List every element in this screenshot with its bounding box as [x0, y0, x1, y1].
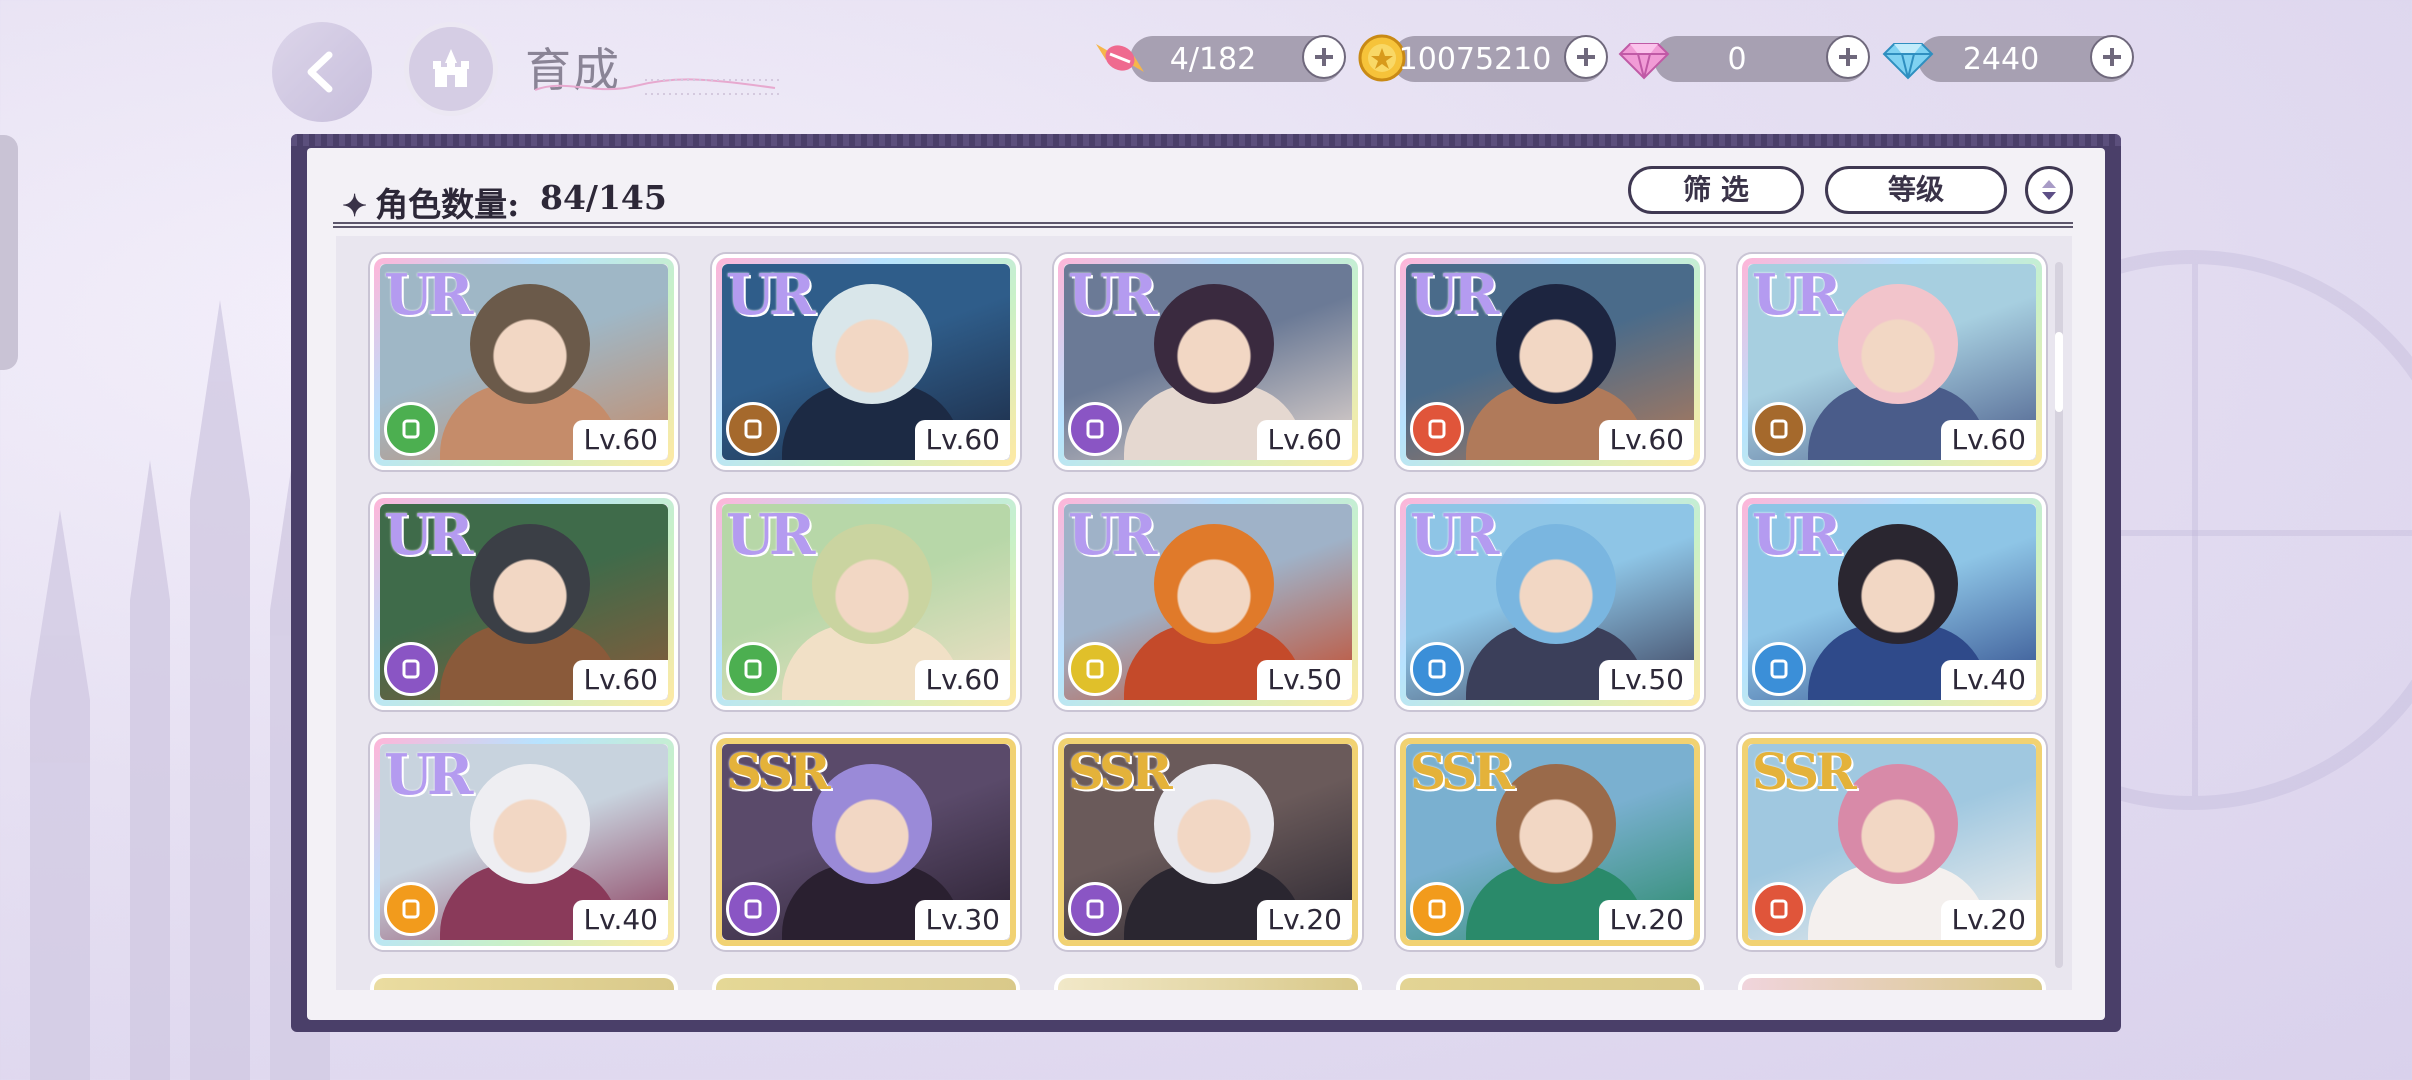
level-label: Lv.50 [1599, 660, 1694, 700]
candy-value: 4/182 [1169, 41, 1257, 77]
scrollbar-thumb[interactable] [2055, 332, 2063, 412]
fist-icon [1068, 402, 1122, 456]
title-decoration [534, 78, 780, 95]
character-card[interactable]: UR Lv.60 [370, 254, 678, 470]
pink-gem-counter: 0 [1618, 35, 1870, 82]
level-label: Lv.60 [573, 420, 668, 460]
character-count-label: ✦ 角色数量: [342, 178, 519, 226]
sort-arrows-icon [2042, 180, 2056, 200]
candy-counter: 4/182 [1096, 35, 1346, 82]
castle-icon [433, 49, 469, 87]
level-label: Lv.60 [573, 660, 668, 700]
level-label: Lv.60 [1599, 420, 1694, 460]
boot-icon [1752, 882, 1806, 936]
wand-icon [1410, 642, 1464, 696]
rarity-label: UR [384, 742, 473, 808]
rarity-label: SSR [1068, 742, 1173, 801]
rarity-label: UR [1752, 262, 1841, 328]
add-coin-button[interactable] [1564, 35, 1608, 79]
level-label: Lv.20 [1257, 900, 1352, 940]
level-label: Lv.20 [1599, 900, 1694, 940]
character-grid[interactable]: UR Lv.60 UR Lv.60 UR Lv.60 UR Lv.60 UR Lv.60 UR Lv.… [336, 236, 2072, 990]
coin-counter: 10075210 [1358, 34, 1608, 82]
plus-icon [1577, 48, 1595, 66]
character-card-partial[interactable] [370, 974, 678, 990]
plus-icon [2103, 48, 2121, 66]
character-card-partial[interactable] [1738, 974, 2046, 990]
rarity-label: UR [726, 262, 815, 328]
boot-icon [726, 642, 780, 696]
rarity-label: UR [1068, 262, 1157, 328]
character-card[interactable]: UR Lv.50 [1054, 494, 1362, 710]
fist-icon [1410, 402, 1464, 456]
level-label: Lv.20 [1941, 900, 2036, 940]
level-label: Lv.60 [915, 420, 1010, 460]
rarity-label: UR [384, 262, 473, 328]
shield-icon [1068, 642, 1122, 696]
hat-icon [384, 642, 438, 696]
rarity-label: UR [1410, 262, 1499, 328]
level-label: Lv.60 [915, 660, 1010, 700]
character-count-text: 角色数量: [375, 185, 520, 224]
character-card[interactable]: UR Lv.60 [712, 254, 1020, 470]
sparkle-icon: ✦ [342, 189, 368, 224]
level-label: Lv.60 [1941, 420, 2036, 460]
side-drawer-handle[interactable] [0, 135, 18, 370]
character-card[interactable]: SSR Lv.20 [1054, 734, 1362, 950]
character-card[interactable]: SSR Lv.20 [1396, 734, 1704, 950]
character-card-partial[interactable] [1396, 974, 1704, 990]
card-icon [1410, 882, 1464, 936]
rarity-label: UR [384, 502, 473, 568]
add-pink-gem-button[interactable] [1826, 35, 1870, 79]
rarity-label: UR [726, 502, 815, 568]
add-blue-gem-button[interactable] [2090, 35, 2134, 79]
rarity-label: SSR [1752, 742, 1857, 801]
character-card[interactable]: UR Lv.60 [712, 494, 1020, 710]
blue-gem-value: 2440 [1962, 41, 2040, 77]
fist-icon [384, 402, 438, 456]
grid-scrollbar[interactable] [2055, 262, 2063, 968]
rarity-label: SSR [1410, 742, 1515, 801]
home-button[interactable] [404, 22, 498, 116]
plus-icon [1839, 48, 1857, 66]
character-count-value: 84/145 [540, 178, 667, 217]
character-card[interactable]: UR Lv.60 [1738, 254, 2046, 470]
back-button[interactable] [272, 22, 372, 122]
character-card[interactable]: UR Lv.40 [1738, 494, 2046, 710]
rarity-label: UR [1752, 502, 1841, 568]
rarity-label: UR [1068, 502, 1157, 568]
fist-icon [726, 882, 780, 936]
back-arrow-icon [307, 51, 333, 93]
character-card-partial[interactable] [712, 974, 1020, 990]
fist-icon [384, 882, 438, 936]
character-card-partial[interactable] [1054, 974, 1362, 990]
level-label: Lv.60 [1257, 420, 1352, 460]
level-label: Lv.40 [1941, 660, 2036, 700]
character-card[interactable]: UR Lv.60 [1054, 254, 1362, 470]
character-card[interactable]: UR Lv.50 [1396, 494, 1704, 710]
sort-order-toggle[interactable] [2025, 166, 2073, 214]
rarity-label: UR [1410, 502, 1499, 568]
boot-icon [726, 402, 780, 456]
character-card[interactable]: UR Lv.40 [370, 734, 678, 950]
level-label: Lv.30 [915, 900, 1010, 940]
character-card[interactable]: SSR Lv.20 [1738, 734, 2046, 950]
level-label: Lv.40 [573, 900, 668, 940]
boot-icon [1068, 882, 1122, 936]
add-candy-button[interactable] [1302, 35, 1346, 79]
level-label: Lv.50 [1257, 660, 1352, 700]
character-card[interactable]: SSR Lv.30 [712, 734, 1020, 950]
rarity-label: SSR [726, 742, 831, 801]
header-divider [333, 222, 2073, 228]
character-card[interactable]: UR Lv.60 [370, 494, 678, 710]
coin-value: 10075210 [1398, 41, 1552, 77]
wand-icon [1752, 402, 1806, 456]
blue-gem-counter: 2440 [1882, 35, 2134, 82]
plus-icon [1315, 48, 1333, 66]
shield-icon [1752, 642, 1806, 696]
pink-gem-value: 0 [1727, 41, 1747, 77]
filter-button[interactable]: 筛 选 [1628, 166, 1804, 214]
sort-level-button[interactable]: 等级 [1825, 166, 2007, 214]
character-card[interactable]: UR Lv.60 [1396, 254, 1704, 470]
